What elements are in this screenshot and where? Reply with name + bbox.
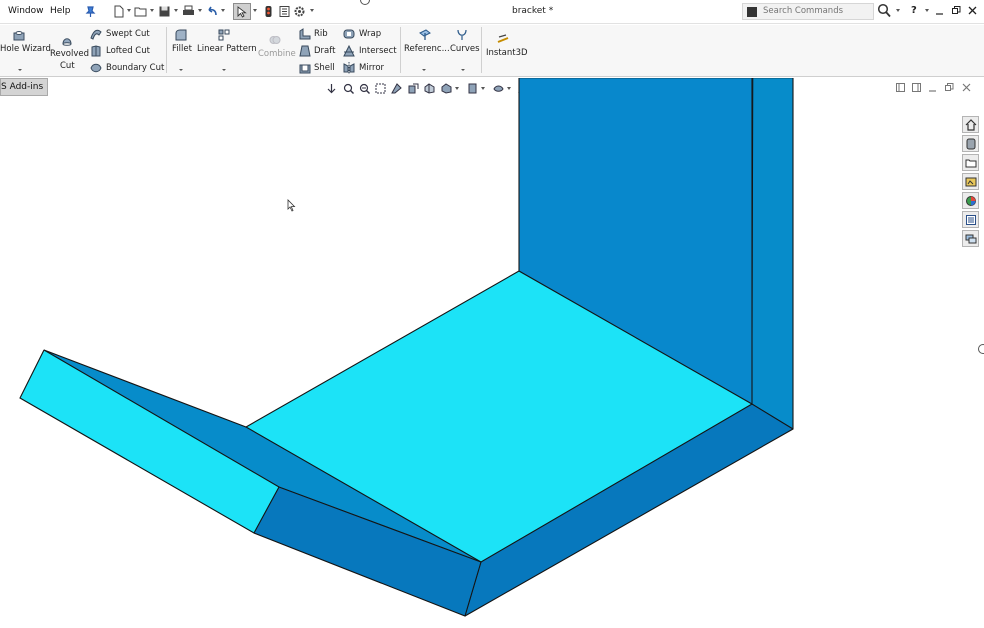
boundary-cut-icon[interactable] [90, 62, 102, 74]
revolved-cut-button[interactable]: Revolved [50, 49, 89, 59]
mirror-icon[interactable] [343, 62, 355, 74]
title-bar: Window Help bracket * Search Commands ? [0, 0, 984, 24]
linear-pattern-icon[interactable] [218, 29, 230, 41]
revolved-cut-icon[interactable] [61, 34, 73, 46]
restore-icon[interactable] [952, 6, 961, 15]
intersect-icon[interactable] [343, 45, 355, 57]
save-icon[interactable] [158, 5, 171, 18]
ribbon-separator [481, 27, 482, 73]
help-button[interactable]: ? [911, 5, 917, 16]
task-pane-view-palette-tab[interactable] [962, 173, 979, 190]
open-folder-icon[interactable] [134, 5, 147, 18]
command-manager-ribbon: Hole Wizard Revolved Cut Swept Cut Lofte… [0, 25, 984, 77]
curves-button[interactable]: Curves [450, 44, 480, 54]
options-gear-icon[interactable] [293, 5, 306, 18]
fillet-button[interactable]: Fillet [172, 44, 192, 54]
minimize-icon[interactable] [936, 6, 944, 16]
ribbon-separator [400, 27, 401, 73]
lofted-cut-icon[interactable] [90, 45, 102, 57]
fillet-dropdown-icon[interactable] [179, 69, 183, 71]
undo-icon[interactable] [206, 5, 219, 18]
search-commands-box[interactable] [742, 3, 874, 20]
task-pane-file-explorer-tab[interactable] [962, 154, 979, 171]
search-dropdown-icon[interactable] [896, 9, 900, 12]
custom-properties-icon [966, 215, 976, 225]
ribbon-separator [166, 27, 167, 73]
curves-icon[interactable] [456, 29, 468, 41]
hole-wizard-dropdown-icon[interactable] [18, 69, 22, 71]
forum-icon [965, 234, 977, 244]
task-pane-home-tab[interactable] [962, 116, 979, 133]
folder-icon [965, 159, 977, 168]
graphics-viewport[interactable]: S Add-ins [0, 78, 984, 628]
search-scope-icon[interactable] [747, 7, 757, 17]
hole-wizard-button[interactable]: Hole Wizard [0, 44, 51, 54]
undo-dropdown-icon[interactable] [221, 9, 225, 12]
cursor-arrow-icon [237, 6, 247, 18]
combine-button: Combine [258, 49, 296, 59]
task-pane-resources-tab[interactable] [962, 135, 979, 152]
search-input[interactable] [763, 6, 867, 16]
instant3d-button[interactable]: Instant3D [486, 48, 528, 58]
intersect-button[interactable]: Intersect [359, 46, 397, 56]
new-document-icon[interactable] [112, 5, 125, 18]
draft-button[interactable]: Draft [314, 46, 335, 56]
boundary-cut-button[interactable]: Boundary Cut [106, 63, 164, 73]
panel-resize-handle-icon[interactable] [974, 343, 984, 355]
select-tool-button[interactable] [233, 3, 251, 20]
reference-geometry-dropdown-icon[interactable] [422, 69, 426, 71]
wall-side-face[interactable] [751, 78, 794, 430]
rib-icon[interactable] [299, 28, 311, 40]
swept-cut-button[interactable]: Swept Cut [106, 29, 150, 39]
bracket-model[interactable] [0, 78, 984, 628]
revolved-cut-label-2: Cut [60, 61, 75, 71]
wrap-button[interactable]: Wrap [359, 29, 381, 39]
linear-pattern-button[interactable]: Linear Pattern [197, 44, 257, 54]
print-dropdown-icon[interactable] [198, 9, 202, 12]
appearances-globe-icon [966, 196, 976, 206]
task-pane-forum-tab[interactable] [962, 230, 979, 247]
document-title: bracket * [512, 6, 554, 16]
wrap-icon[interactable] [343, 28, 355, 40]
shell-icon[interactable] [299, 62, 311, 74]
select-dropdown-icon[interactable] [253, 9, 257, 12]
fillet-icon[interactable] [175, 29, 187, 41]
home-icon [965, 119, 977, 131]
swept-cut-icon[interactable] [90, 28, 102, 40]
menu-window[interactable]: Window [8, 6, 44, 16]
draft-icon[interactable] [299, 45, 311, 57]
linear-pattern-dropdown-icon[interactable] [222, 69, 226, 71]
view-palette-icon [965, 177, 977, 187]
task-pane-tabs [960, 116, 980, 252]
print-icon[interactable] [182, 5, 195, 18]
design-library-icon [966, 138, 976, 150]
pin-icon[interactable] [84, 5, 97, 18]
new-dropdown-icon[interactable] [127, 9, 131, 12]
combine-icon [269, 36, 281, 44]
task-pane-custom-properties-tab[interactable] [962, 211, 979, 228]
close-icon[interactable] [968, 6, 977, 15]
mirror-button[interactable]: Mirror [359, 63, 384, 73]
open-dropdown-icon[interactable] [150, 9, 154, 12]
mouse-cursor-icon [287, 199, 296, 212]
task-pane-appearances-tab[interactable] [962, 192, 979, 209]
traffic-light-icon[interactable] [262, 5, 275, 18]
save-dropdown-icon[interactable] [174, 9, 178, 12]
shell-button[interactable]: Shell [314, 63, 335, 73]
menu-help[interactable]: Help [50, 6, 71, 16]
hole-wizard-icon[interactable] [13, 29, 25, 41]
curves-dropdown-icon[interactable] [461, 69, 465, 71]
reference-geometry-icon[interactable] [419, 29, 431, 41]
search-icon[interactable] [877, 3, 891, 18]
instant3d-icon[interactable] [497, 33, 509, 45]
options-dropdown-icon[interactable] [310, 9, 314, 12]
reference-geometry-button[interactable]: Referenc... [404, 44, 450, 54]
help-dropdown-icon[interactable] [925, 9, 929, 12]
file-properties-icon[interactable] [278, 5, 291, 18]
rib-button[interactable]: Rib [314, 29, 328, 39]
window-handle-icon[interactable] [359, 0, 371, 6]
lofted-cut-button[interactable]: Lofted Cut [106, 46, 150, 56]
